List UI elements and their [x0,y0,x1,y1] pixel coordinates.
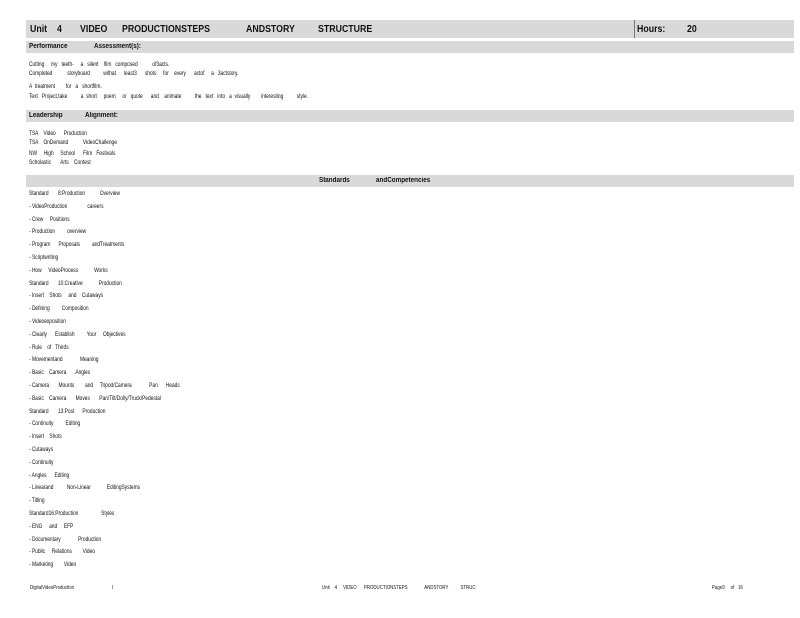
competency-item: - How VideoProcess Works [29,266,108,274]
standards-label: Standards [319,177,350,184]
assessment-line: Completed storyboard withat least3 shots… [29,70,239,77]
competency-item: - Crew Positions [29,215,70,223]
competencies-label: andCompetencies [376,177,431,184]
title-word-1: VIDEO [80,24,108,35]
footer-separator: I [112,585,114,591]
document-page: Unit 4 VIDEO PRODUCTIONSTEPS ANDSTORY ST… [0,0,800,618]
competency-item: - Basic Camera Moves Pan/Tilt/Dolly/Truc… [29,394,161,402]
competency-item: - Public Relations Video [29,548,95,556]
competency-item: - Camera Mounts and Tripod/Camera Pan He… [29,382,180,389]
alignment-label: Alignment: [85,112,118,119]
assessment-line: A treatment for a shortfilm. [29,83,102,90]
competency-item: - Documentary Production [29,535,102,543]
competency-item: - Program Proposals andTreatments [29,241,125,249]
standard-heading: Standard 13:Post Production [29,407,106,415]
competency-item: - Angles Editing [29,471,70,479]
leadership-line: NW High School Film Festivals [29,150,116,157]
competency-item: - Insert Shots and Cutaways [29,292,104,300]
competency-item: - Marketing Video [29,561,77,569]
standard-heading: Standard 8:Production Overview [29,190,120,197]
title-divider [634,20,635,38]
unit-label: Unit [30,24,48,35]
leadership-line: TSA Video Production [29,130,87,137]
competency-item: - Cutaways [29,446,54,453]
competency-item: - Production overview [29,228,87,236]
performance-label: Performance [29,43,68,50]
performance-header-bar [26,41,794,53]
competency-item: - Videoexposition [29,318,66,325]
competency-item: - ENG and EFP [29,522,74,530]
competency-item: - Insert Shots [29,433,62,441]
assessment-line: Text Project,take a short poem or quote … [29,93,308,100]
title-word-2: PRODUCTIONSTEPS [122,24,211,35]
hours-value: 20 [687,24,697,35]
competency-item: - VideoProduction careers [29,202,104,210]
competency-item: - Defining Composition [29,305,89,313]
competency-item: - Rule of Thirds [29,343,69,351]
competency-item: - Clearly Establish Your Objectives [29,330,126,338]
competency-item: - Movementand Meaning [29,356,99,364]
standard-heading: Standard 10:Creative Production [29,279,122,287]
assessment-line: Cutting my teeth- a silent film composed… [29,61,170,68]
leadership-line: TSA OnDemand VideoChallenge [29,139,117,146]
footer-page-number: Page9 of 16 [712,585,743,591]
hours-label: Hours: [637,24,666,35]
title-word-3: ANDSTORY [246,24,295,35]
leadership-header-bar [26,110,794,122]
leadership-line: Scholastic Arts Contest [29,159,91,166]
unit-number: 4 [57,24,62,35]
leadership-label: Leadership [29,112,63,119]
competency-item: - Linearand Non-Linear EditingSystems [29,484,141,492]
competency-item: - Continuity [29,458,54,466]
title-word-4: STRUCTURE [318,24,373,35]
competency-item: - Scriptwriting [29,254,59,261]
footer-unit-title: Unit 4 VIDEO PRODUCTIONSTEPS ANDSTORY ST… [322,585,476,591]
footer-course: DigitalVideoProduction [30,585,75,591]
competency-item: - Continuity Editing [29,420,81,428]
assessment-label: Assessment(s): [94,43,141,50]
standard-heading: Standard16:Production Styles [29,510,115,517]
competency-item: - Basic Camera Angles [29,369,91,377]
competency-item: - Titling [29,497,45,505]
